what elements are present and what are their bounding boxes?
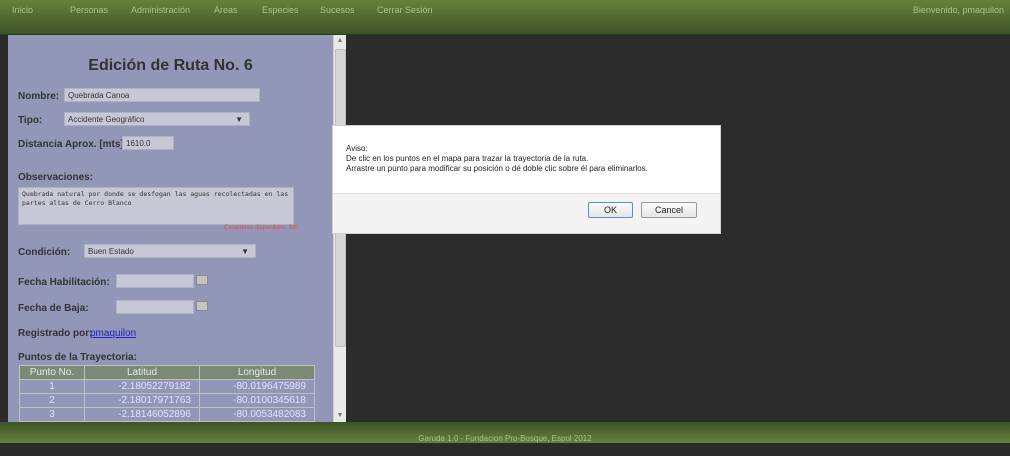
nav-sucesos[interactable]: Sucesos xyxy=(320,0,355,20)
table-cell: 2 xyxy=(19,393,85,408)
registrado-user-link[interactable]: pmaquilon xyxy=(90,328,136,339)
tipo-select-value: Accidente Geográfico xyxy=(68,115,145,124)
calendar-icon[interactable] xyxy=(196,275,208,285)
fecha-baja-input[interactable] xyxy=(116,300,194,314)
table-header-row: Punto No. Latitud Longitud xyxy=(19,365,315,380)
observaciones-textarea[interactable]: Quebrada natural por donde se desfogan l… xyxy=(18,187,294,225)
column-header: Punto No. xyxy=(19,365,85,380)
condicion-label: Condición: xyxy=(18,247,71,258)
table-cell: -80.0196475989 xyxy=(199,379,315,394)
welcome-text: Bienvenido, pmaquilon xyxy=(912,5,1004,15)
table-cell: 1 xyxy=(19,379,85,394)
tipo-label: Tipo: xyxy=(18,115,43,126)
scroll-up-icon[interactable]: ▲ xyxy=(334,35,346,47)
table-row[interactable]: 1 -2.18052279182 -80.0196475989 xyxy=(19,379,315,394)
nav-cerrar-sesion[interactable]: Cerrar Sesión xyxy=(377,0,433,20)
table-row[interactable]: 3 -2.18146052896 -80.0053482083 xyxy=(19,407,315,422)
distancia-input[interactable]: 1610.0 xyxy=(122,136,174,150)
condicion-select-value: Buen Estado xyxy=(88,247,134,256)
top-nav-bar: Inicio Personas Administración Áreas Esp… xyxy=(0,0,1010,35)
table-cell: -2.18017971763 xyxy=(84,393,200,408)
nav-inicio[interactable]: Inicio xyxy=(12,0,33,20)
table-cell: 3 xyxy=(19,407,85,422)
distancia-label: Distancia Aprox. [mts]: xyxy=(18,139,128,150)
cancel-button[interactable]: Cancel xyxy=(641,202,697,218)
condicion-select[interactable]: Buen Estado ▼ xyxy=(84,244,256,258)
nav-personas[interactable]: Personas xyxy=(70,0,108,20)
nav-areas[interactable]: Áreas xyxy=(214,0,238,20)
dialog-line: Arrastre un punto para modificar su posi… xyxy=(346,164,648,173)
ok-button[interactable]: OK xyxy=(588,202,633,218)
nav-especies[interactable]: Especies xyxy=(262,0,299,20)
footer-bar: Garuda 1.0 - Fundacion Pro-Bosque, Espol… xyxy=(0,422,1010,443)
column-header: Longitud xyxy=(199,365,315,380)
table-cell: -2.18146052896 xyxy=(84,407,200,422)
chars-available: Caracteres disponibles: 380 xyxy=(224,225,299,231)
dialog-line: Aviso: xyxy=(346,144,368,153)
table-cell: -80.0100345618 xyxy=(199,393,315,408)
footer-text: Garuda 1.0 - Fundacion Pro-Bosque, Espol… xyxy=(418,434,592,443)
table-row[interactable]: 2 -2.18017971763 -80.0100345618 xyxy=(19,393,315,408)
calendar-icon[interactable] xyxy=(196,301,208,311)
alert-dialog: Aviso: De clic en los puntos en el mapa … xyxy=(332,125,721,234)
tipo-select[interactable]: Accidente Geográfico ▼ xyxy=(64,112,250,126)
page-title: Edición de Ruta No. 6 xyxy=(88,57,253,74)
chevron-down-icon: ▼ xyxy=(241,247,249,256)
table-cell: -2.18052279182 xyxy=(84,379,200,394)
nav-administracion[interactable]: Administración xyxy=(131,0,190,20)
points-table: Punto No. Latitud Longitud 1 -2.18052279… xyxy=(19,365,315,422)
scroll-down-icon[interactable]: ▼ xyxy=(334,410,346,422)
chevron-down-icon: ▼ xyxy=(235,115,243,124)
observaciones-label: Observaciones: xyxy=(18,172,94,183)
nombre-label: Nombre: xyxy=(18,91,60,102)
fecha-baja-label: Fecha de Baja: xyxy=(18,303,89,314)
dialog-line: De clic en los puntos en el mapa para tr… xyxy=(346,154,589,163)
fecha-habilitacion-label: Fecha Habilitación: xyxy=(18,277,110,288)
nombre-input[interactable]: Quebrada Canoa xyxy=(64,88,260,102)
fecha-habilitacion-input[interactable] xyxy=(116,274,194,288)
dialog-message: Aviso: De clic en los puntos en el mapa … xyxy=(346,144,648,174)
table-cell: -80.0053482083 xyxy=(199,407,315,422)
route-edit-panel: Edición de Ruta No. 6 Nombre: Quebrada C… xyxy=(8,35,333,422)
registrado-label: Registrado por: xyxy=(18,328,93,339)
column-header: Latitud xyxy=(84,365,200,380)
puntos-label: Puntos de la Trayectoria: xyxy=(18,352,137,363)
